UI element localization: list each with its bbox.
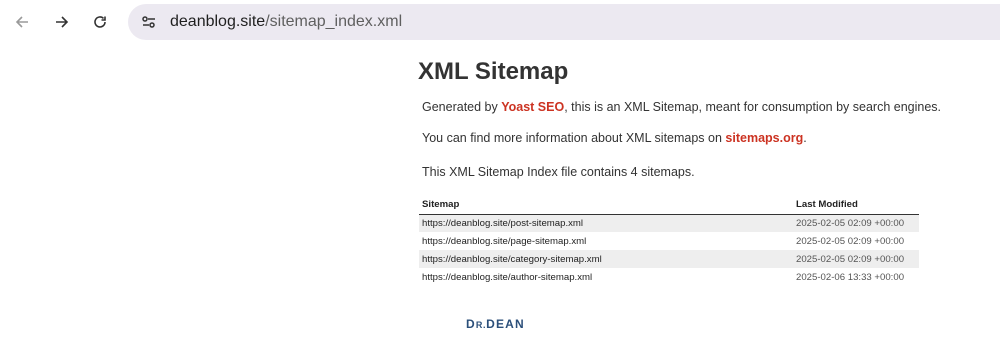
table-header-row: Sitemap Last Modified	[419, 196, 919, 215]
logo-middle: R.	[475, 320, 487, 330]
address-bar[interactable]: deanblog.site/sitemap_index.xml	[128, 4, 1000, 40]
logo-first: D	[466, 317, 476, 331]
sitemap-url-link[interactable]: https://deanblog.site/author-sitemap.xml	[419, 268, 793, 286]
table-row: https://deanblog.site/category-sitemap.x…	[419, 250, 919, 268]
table-row: https://deanblog.site/author-sitemap.xml…	[419, 268, 919, 286]
intro-prefix: Generated by	[422, 100, 502, 114]
sitemap-table: Sitemap Last Modified https://deanblog.s…	[419, 196, 919, 286]
dr-dean-logo: DR.DEAN	[466, 317, 525, 331]
url-text[interactable]: deanblog.site/sitemap_index.xml	[170, 13, 402, 31]
info-prefix: You can find more information about XML …	[422, 131, 726, 145]
last-modified-cell: 2025-02-05 02:09 +00:00	[793, 250, 919, 268]
intro-suffix: , this is an XML Sitemap, meant for cons…	[564, 100, 942, 114]
last-modified-cell: 2025-02-05 02:09 +00:00	[793, 214, 919, 232]
table-row: https://deanblog.site/post-sitemap.xml 2…	[419, 214, 919, 232]
sitemap-url-link[interactable]: https://deanblog.site/post-sitemap.xml	[419, 214, 793, 232]
site-info-button[interactable]	[136, 9, 162, 35]
arrow-right-icon	[56, 16, 69, 28]
forward-button[interactable]	[50, 10, 74, 34]
reload-button[interactable]	[88, 10, 112, 34]
info-text: You can find more information about XML …	[422, 131, 807, 145]
intro-text: Generated by Yoast SEO, this is an XML S…	[422, 100, 941, 114]
url-host: deanblog.site	[170, 13, 266, 30]
sitemap-url-link[interactable]: https://deanblog.site/category-sitemap.x…	[419, 250, 793, 268]
last-modified-cell: 2025-02-06 13:33 +00:00	[796, 271, 905, 283]
column-header-sitemap: Sitemap	[419, 196, 793, 215]
reload-icon	[94, 16, 106, 28]
last-modified-cell: 2025-02-05 02:09 +00:00	[796, 235, 905, 247]
logo-last: DEAN	[486, 317, 525, 331]
browser-toolbar: deanblog.site/sitemap_index.xml	[0, 0, 1000, 44]
sitemap-url-link[interactable]: https://deanblog.site/page-sitemap.xml	[419, 232, 793, 250]
url-path: /sitemap_index.xml	[265, 13, 403, 30]
page-title: XML Sitemap	[418, 58, 569, 85]
logo-text: DR.DEAN	[466, 317, 525, 331]
table-row: https://deanblog.site/page-sitemap.xml 2…	[419, 232, 919, 250]
tune-icon	[142, 16, 155, 28]
info-suffix: .	[803, 131, 807, 145]
arrow-left-icon	[15, 16, 28, 28]
yoast-seo-link[interactable]: Yoast SEO	[501, 100, 564, 114]
back-button[interactable]	[10, 10, 34, 34]
sitemaps-org-link[interactable]: sitemaps.org	[725, 131, 803, 145]
column-header-last-modified: Last Modified	[793, 196, 919, 215]
sitemap-count-text: This XML Sitemap Index file contains 4 s…	[422, 165, 695, 179]
